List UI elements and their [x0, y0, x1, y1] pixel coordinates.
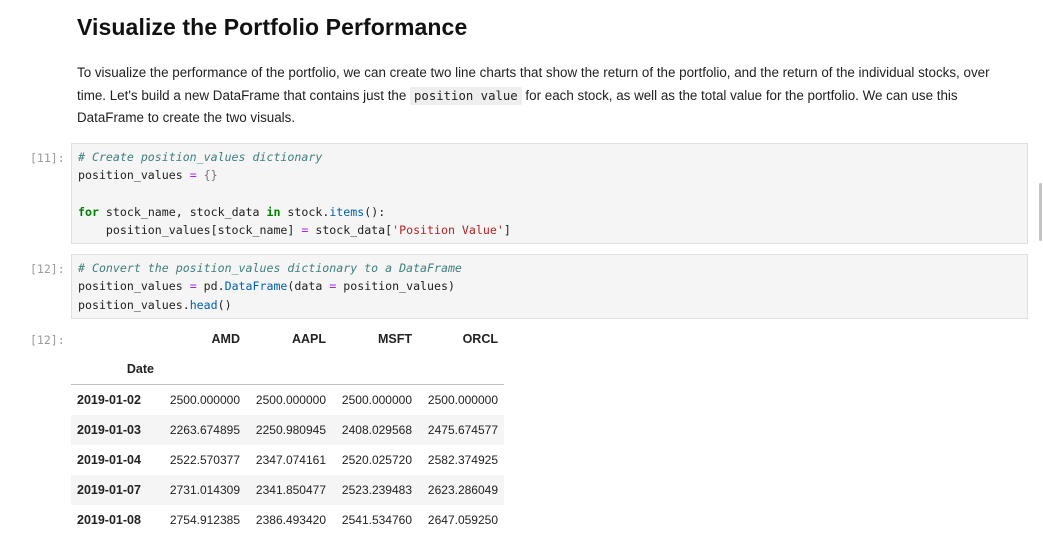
- code-token: position_values.: [78, 297, 190, 312]
- table-cell: 2623.286049: [427, 483, 498, 497]
- table-row: 2019-01-08 2754.912385 2386.493420 2541.…: [71, 505, 504, 535]
- code-token: ]: [503, 223, 511, 238]
- code-function: items: [329, 204, 365, 219]
- index-name-header: Date: [71, 354, 160, 385]
- code-token: stock_name, stock_data: [98, 204, 267, 219]
- code-string: 'Position Value': [392, 223, 504, 238]
- table-cell: 2347.074161: [255, 453, 326, 467]
- column-header: MSFT: [377, 332, 412, 346]
- code-token: stock_data[: [308, 223, 393, 238]
- column-header: ORCL: [462, 332, 498, 346]
- table-cell: 2522.570377: [169, 453, 240, 467]
- table-row: 2019-01-04 2522.570377 2347.074161 2520.…: [71, 445, 504, 475]
- table-cell: 2523.239483: [341, 483, 412, 497]
- table-row: 2019-01-07 2731.014309 2341.850477 2523.…: [71, 475, 504, 505]
- description-paragraph: To visualize the performance of the port…: [77, 62, 1017, 130]
- code-line: position_values.head(): [78, 296, 1027, 314]
- code-token: position_values: [78, 279, 190, 294]
- row-index-date: 2019-01-07: [77, 483, 141, 497]
- column-header: AMD: [211, 332, 240, 346]
- section-heading: Visualize the Portfolio Performance: [77, 14, 468, 40]
- code-line: for stock_name, stock_data in stock.item…: [78, 203, 1027, 221]
- code-token: (): [217, 297, 232, 312]
- table-row: 2019-01-02 2500.000000 2500.000000 2500.…: [71, 385, 504, 416]
- code-token: (data: [287, 279, 330, 294]
- table-cell: 2386.493420: [255, 513, 326, 527]
- row-index-date: 2019-01-08: [77, 513, 141, 527]
- table-row: 2019-01-03 2263.674895 2250.980945 2408.…: [71, 415, 504, 445]
- table-cell: 2520.025720: [341, 453, 412, 467]
- dataframe-output-table: AMD AAPL MSFT ORCL Date 2019-01-02 2500.…: [71, 324, 504, 535]
- row-index-date: 2019-01-02: [77, 393, 141, 407]
- table-cell: 2754.912385: [169, 513, 240, 527]
- code-function: DataFrame: [224, 279, 288, 294]
- code-token: ():: [364, 204, 386, 219]
- empty-header-cell: [160, 354, 246, 385]
- vertical-scrollbar-thumb[interactable]: [1039, 183, 1042, 241]
- empty-header-cell: [246, 354, 332, 385]
- table-cell: 2500.000000: [427, 393, 498, 407]
- code-operator: =: [189, 279, 197, 294]
- table-cell: 2500.000000: [341, 393, 412, 407]
- table-cell: 2541.534760: [341, 513, 412, 527]
- code-comment: # Convert the position_values dictionary…: [78, 261, 462, 275]
- table-cell: 2263.674895: [169, 423, 240, 437]
- table-cell: 2500.000000: [255, 393, 326, 407]
- code-line: position_values = pd.DataFrame(data = po…: [78, 277, 1027, 295]
- inline-code: position value: [410, 86, 522, 105]
- row-index-date: 2019-01-03: [77, 423, 141, 437]
- row-index-date: 2019-01-04: [77, 453, 141, 467]
- execution-count: [12]:: [30, 262, 65, 276]
- column-header-row: AMD AAPL MSFT ORCL: [71, 324, 504, 354]
- markdown-cell[interactable]: Visualize the Portfolio Performance To v…: [77, 0, 1017, 130]
- table-cell: 2582.374925: [427, 453, 498, 467]
- table-cell: 2341.850477: [255, 483, 326, 497]
- code-function: head: [189, 297, 218, 312]
- code-token: {}: [196, 168, 218, 183]
- corner-header-cell: [71, 324, 160, 354]
- code-keyword: in: [266, 204, 281, 219]
- code-cell-create-dictionary[interactable]: # Create position_values dictionary posi…: [71, 143, 1028, 244]
- index-name-row: Date: [71, 354, 504, 385]
- empty-header-cell: [332, 354, 418, 385]
- table-cell: 2250.980945: [255, 423, 326, 437]
- table-cell: 2500.000000: [169, 393, 240, 407]
- code-keyword: for: [78, 204, 99, 219]
- output-execution-count: [12]:: [30, 333, 65, 347]
- table-cell: 2408.029568: [341, 423, 412, 437]
- code-line: position_values[stock_name] = stock_data…: [78, 221, 1027, 239]
- code-token: pd.: [196, 279, 225, 294]
- code-cell-convert-dataframe[interactable]: # Convert the position_values dictionary…: [71, 254, 1028, 319]
- column-header: AAPL: [291, 332, 326, 346]
- code-comment: # Create position_values dictionary: [78, 150, 323, 164]
- code-line: position_values = {}: [78, 166, 1027, 184]
- code-token: position_values): [336, 279, 455, 294]
- code-token: position_values[stock_name]: [78, 223, 302, 238]
- execution-count: [11]:: [30, 151, 65, 165]
- code-token: position_values: [78, 168, 190, 183]
- table-cell: 2647.059250: [427, 513, 498, 527]
- code-line: # Convert the position_values dictionary…: [78, 259, 1027, 277]
- table-cell: 2475.674577: [427, 423, 498, 437]
- code-line: # Create position_values dictionary: [78, 148, 1027, 166]
- code-token: stock.: [280, 204, 330, 219]
- empty-header-cell: [418, 354, 504, 385]
- code-operator: =: [189, 168, 197, 183]
- table-cell: 2731.014309: [169, 483, 240, 497]
